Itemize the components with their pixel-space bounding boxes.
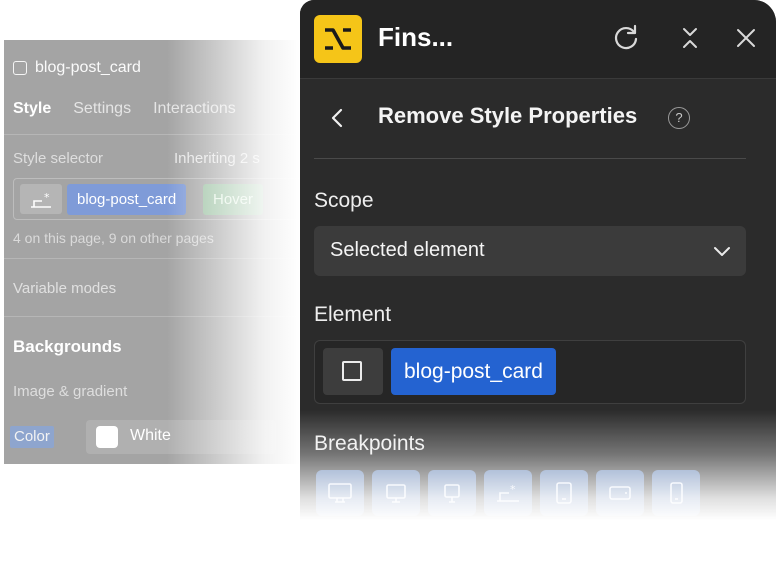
title-divider: [314, 158, 746, 159]
scope-select-value: Selected element: [330, 239, 485, 261]
class-usage-text: 4 on this page, 9 on other pages: [13, 230, 214, 246]
divider: [4, 258, 300, 259]
desktop-small-icon[interactable]: [428, 470, 476, 516]
page-title: Remove Style Properties: [378, 103, 638, 128]
refresh-icon[interactable]: [610, 22, 642, 54]
scope-label: Scope: [314, 189, 374, 212]
desktop-base-icon[interactable]: *: [484, 470, 532, 516]
desktop-large-icon[interactable]: [316, 470, 364, 516]
selector-class-chip[interactable]: blog-post_card: [67, 184, 187, 215]
color-value: White: [130, 427, 171, 444]
breakpoints-label: Breakpoints: [314, 432, 425, 455]
inheriting-link[interactable]: Inheriting 2 s: [174, 150, 260, 167]
breakpoint-buttons: *: [316, 470, 700, 516]
selected-element-name: blog-post_card: [35, 59, 141, 76]
tab-settings[interactable]: Settings: [73, 100, 131, 118]
collapse-icon[interactable]: [674, 22, 706, 54]
element-field[interactable]: blog-post_card: [314, 340, 746, 404]
svg-text:*: *: [44, 191, 50, 204]
mobile-portrait-icon[interactable]: [652, 470, 700, 516]
mobile-landscape-icon[interactable]: [596, 470, 644, 516]
app-name: Fins...: [378, 22, 454, 52]
element-label: Element: [314, 303, 392, 326]
backgrounds-heading: Backgrounds: [13, 337, 122, 356]
selected-element[interactable]: blog-post_card: [13, 59, 141, 77]
style-selector-label: Style selector: [13, 150, 104, 167]
style-selector-field[interactable]: * blog-post_card Hover: [13, 178, 300, 220]
chevron-down-icon: [712, 241, 732, 261]
element-box-icon[interactable]: [323, 348, 383, 395]
tab-style[interactable]: Style: [13, 100, 51, 118]
tab-interactions[interactable]: Interactions: [153, 100, 236, 118]
svg-text:*: *: [510, 483, 516, 496]
app-header: Fins...: [300, 0, 776, 79]
image-gradient-label[interactable]: Image & gradient: [13, 383, 127, 400]
color-field[interactable]: White: [86, 420, 276, 454]
color-label: Color: [10, 426, 54, 448]
global-class-icon[interactable]: *: [20, 184, 62, 214]
close-icon[interactable]: [730, 22, 762, 54]
tabs-divider: [4, 134, 300, 135]
panel-tabs: Style Settings Interactions: [13, 100, 236, 118]
element-class-chip[interactable]: blog-post_card: [391, 348, 556, 395]
state-chip[interactable]: Hover: [203, 184, 264, 215]
color-swatch[interactable]: [96, 426, 118, 448]
style-panel: blog-post_card Style Settings Interactio…: [4, 40, 300, 464]
variable-modes-label[interactable]: Variable modes: [13, 280, 116, 297]
element-box-icon: [13, 61, 27, 75]
tablet-icon[interactable]: [540, 470, 588, 516]
desktop-icon[interactable]: [372, 470, 420, 516]
scope-select[interactable]: Selected element: [314, 226, 746, 276]
help-icon[interactable]: ?: [668, 107, 690, 129]
back-chevron-icon[interactable]: [326, 104, 350, 132]
divider: [4, 316, 300, 317]
finsweet-extension-panel: Fins... Remove Style Properties ? Scope: [300, 0, 776, 520]
finsweet-logo-icon: [314, 15, 362, 63]
